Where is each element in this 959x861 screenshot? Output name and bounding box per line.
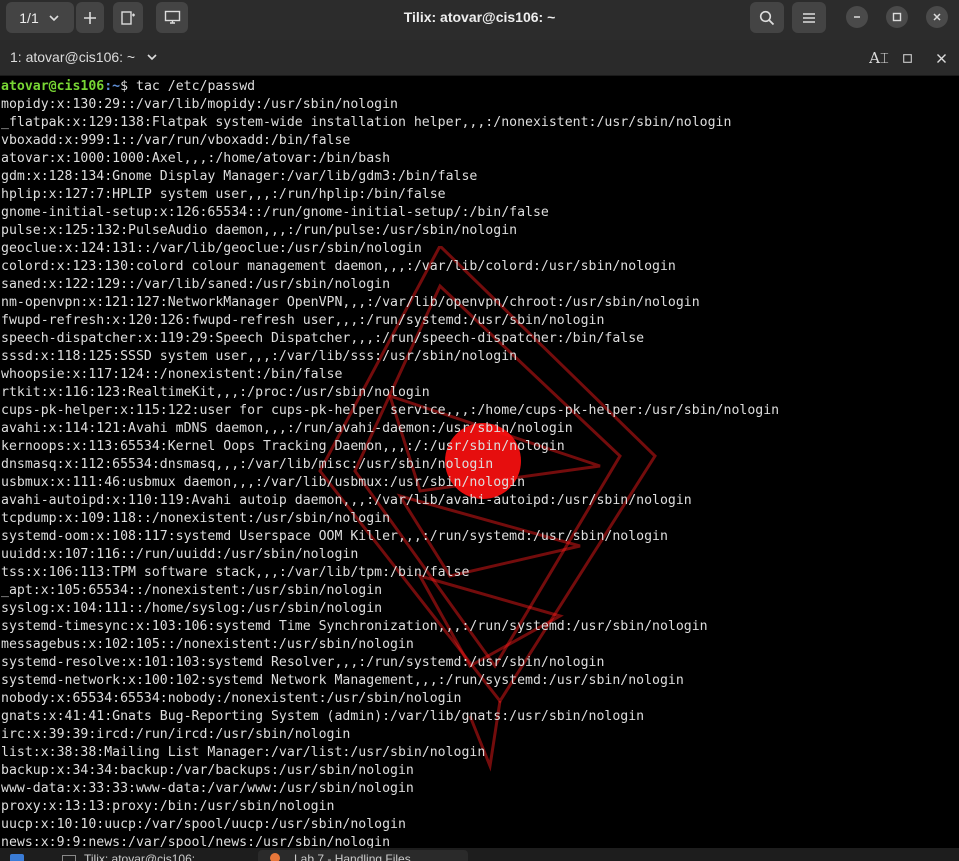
output-line: uucp:x:10:10:uucp:/var/spool/uucp:/usr/s… bbox=[1, 817, 406, 832]
output-line: colord:x:123:130:colord colour managemen… bbox=[1, 259, 676, 274]
taskbar-item-lab-label: Lab 7 - Handling Files bbox=[294, 852, 411, 861]
output-line: rtkit:x:116:123:RealtimeKit,,,:/proc:/us… bbox=[1, 385, 430, 400]
output-line: www-data:x:33:33:www-data:/var/www:/usr/… bbox=[1, 781, 414, 796]
output-line: nobody:x:65534:65534:nobody:/nonexistent… bbox=[1, 691, 462, 706]
taskbar-item-tilix[interactable]: Tilix: atovar@cis106: bbox=[84, 852, 195, 861]
text-size-button[interactable]: A⌶ bbox=[869, 49, 889, 67]
close-window-button[interactable] bbox=[926, 6, 948, 28]
search-button[interactable] bbox=[750, 2, 784, 33]
output-line: systemd-network:x:100:102:systemd Networ… bbox=[1, 673, 684, 688]
output-line: fwupd-refresh:x:120:126:fwupd-refresh us… bbox=[1, 313, 605, 328]
output-line: whoopsie:x:117:124::/nonexistent:/bin/fa… bbox=[1, 367, 343, 382]
output-line: hplip:x:127:7:HPLIP system user,,,:/run/… bbox=[1, 187, 446, 202]
close-terminal-button[interactable] bbox=[932, 49, 950, 67]
output-line: backup:x:34:34:backup:/var/backups:/usr/… bbox=[1, 763, 414, 778]
tab-counter: 1/1 bbox=[19, 9, 39, 26]
maximize-terminal-button[interactable] bbox=[898, 49, 916, 67]
menu-button[interactable] bbox=[792, 2, 826, 33]
close-icon bbox=[933, 13, 941, 21]
output-line: irc:x:39:39:ircd:/run/ircd:/usr/sbin/nol… bbox=[1, 727, 351, 742]
maximize-icon bbox=[892, 12, 902, 22]
output-line: systemd-timesync:x:103:106:systemd Time … bbox=[1, 619, 708, 634]
output-line: systemd-oom:x:108:117:systemd Userspace … bbox=[1, 529, 668, 544]
output-line: sssd:x:118:125:SSSD system user,,,:/var/… bbox=[1, 349, 518, 364]
taskbar-item-lab[interactable]: Lab 7 - Handling Files bbox=[258, 850, 468, 861]
prompt-user: atovar@cis106 bbox=[1, 79, 105, 94]
text-cursor-icon: A⌶ bbox=[869, 49, 889, 67]
output-line: systemd-resolve:x:101:103:systemd Resolv… bbox=[1, 655, 605, 670]
output-line: geoclue:x:124:131::/var/lib/geoclue:/usr… bbox=[1, 241, 422, 256]
output-line: nm-openvpn:x:121:127:NetworkManager Open… bbox=[1, 295, 700, 310]
output-line: cups-pk-helper:x:115:122:user for cups-p… bbox=[1, 403, 780, 418]
output-line: vboxadd:x:999:1::/var/run/vboxadd:/bin/f… bbox=[1, 133, 351, 148]
output-line: avahi:x:114:121:Avahi mDNS daemon,,,:/ru… bbox=[1, 421, 573, 436]
app-indicator[interactable] bbox=[10, 854, 24, 861]
add-split-button[interactable] bbox=[113, 2, 143, 33]
terminal-title[interactable]: 1: atovar@cis106: ~ bbox=[10, 49, 135, 65]
browser-app-icon bbox=[270, 853, 280, 861]
output-line: gdm:x:128:134:Gnome Display Manager:/var… bbox=[1, 169, 478, 184]
output-line: list:x:38:38:Mailing List Manager:/var/l… bbox=[1, 745, 486, 760]
maximize-button[interactable] bbox=[886, 6, 908, 28]
add-terminal-button[interactable] bbox=[76, 2, 104, 33]
output-line: gnome-initial-setup:x:126:65534::/run/gn… bbox=[1, 205, 549, 220]
maximize-icon bbox=[902, 53, 912, 63]
prompt-symbol: $ bbox=[120, 79, 136, 94]
output-line: _apt:x:105:65534::/nonexistent:/usr/sbin… bbox=[1, 583, 383, 598]
output-line: dnsmasq:x:112:65534:dnsmasq,,,:/var/lib/… bbox=[1, 457, 494, 472]
output-line: mopidy:x:130:29::/var/lib/mopidy:/usr/sb… bbox=[1, 97, 398, 112]
output-line: avahi-autoipd:x:110:119:Avahi autoip dae… bbox=[1, 493, 692, 508]
terminal-header: 1: atovar@cis106: ~ A⌶ bbox=[0, 40, 959, 76]
minimize-icon bbox=[854, 16, 860, 18]
output-line: tss:x:106:113:TPM software stack,,,:/var… bbox=[1, 565, 470, 580]
prompt-line: atovar@cis106:~$ tac /etc/passwd bbox=[1, 79, 255, 94]
output-line: syslog:x:104:111::/home/syslog:/usr/sbin… bbox=[1, 601, 383, 616]
output-line: usbmux:x:111:46:usbmux daemon,,,:/var/li… bbox=[1, 475, 526, 490]
terminal-app-icon bbox=[62, 855, 76, 861]
chevron-down-icon[interactable] bbox=[145, 50, 159, 64]
output-line: speech-dispatcher:x:119:29:Speech Dispat… bbox=[1, 331, 645, 346]
taskbar: Tilix: atovar@cis106: Lab 7 - Handling F… bbox=[0, 848, 959, 861]
output-line: messagebus:x:102:105::/nonexistent:/usr/… bbox=[1, 637, 414, 652]
output-line: gnats:x:41:41:Gnats Bug-Reporting System… bbox=[1, 709, 645, 724]
minimize-button[interactable] bbox=[846, 6, 868, 28]
terminal-output: atovar@cis106:~$ tac /etc/passwd mopidy:… bbox=[1, 78, 779, 848]
session-switcher-button[interactable]: 1/1 bbox=[6, 2, 74, 33]
output-line: pulse:x:125:132:PulseAudio daemon,,,:/ru… bbox=[1, 223, 518, 238]
split-terminal-icon bbox=[121, 10, 135, 25]
chevron-down-icon bbox=[49, 14, 59, 21]
title-bar: 1/1 Tilix: atovar@cis106: ~ bbox=[0, 0, 959, 40]
plus-icon bbox=[84, 11, 96, 24]
close-icon bbox=[936, 53, 946, 63]
output-line: news:x:9:9:news:/var/spool/news:/usr/sbi… bbox=[1, 835, 391, 848]
command-text: tac /etc/passwd bbox=[136, 79, 256, 94]
terminal-area[interactable]: atovar@cis106:~$ tac /etc/passwd mopidy:… bbox=[0, 76, 959, 848]
output-line: saned:x:122:129::/var/lib/saned:/usr/sbi… bbox=[1, 277, 391, 292]
output-line: atovar:x:1000:1000:Axel,,,:/home/atovar:… bbox=[1, 151, 391, 166]
output-line: tcpdump:x:109:118::/nonexistent:/usr/sbi… bbox=[1, 511, 391, 526]
hamburger-menu-icon bbox=[803, 12, 815, 23]
search-icon bbox=[759, 10, 775, 25]
output-line: uuidd:x:107:116::/run/uuidd:/usr/sbin/no… bbox=[1, 547, 359, 562]
output-line: _flatpak:x:129:138:Flatpak system-wide i… bbox=[1, 115, 732, 130]
output-line: kernoops:x:113:65534:Kernel Oops Trackin… bbox=[1, 439, 565, 454]
sync-input-button[interactable] bbox=[156, 2, 188, 33]
output-line: proxy:x:13:13:proxy:/bin:/usr/sbin/nolog… bbox=[1, 799, 335, 814]
terminal-broadcast-icon bbox=[164, 10, 180, 24]
prompt-path: :~ bbox=[104, 79, 121, 94]
